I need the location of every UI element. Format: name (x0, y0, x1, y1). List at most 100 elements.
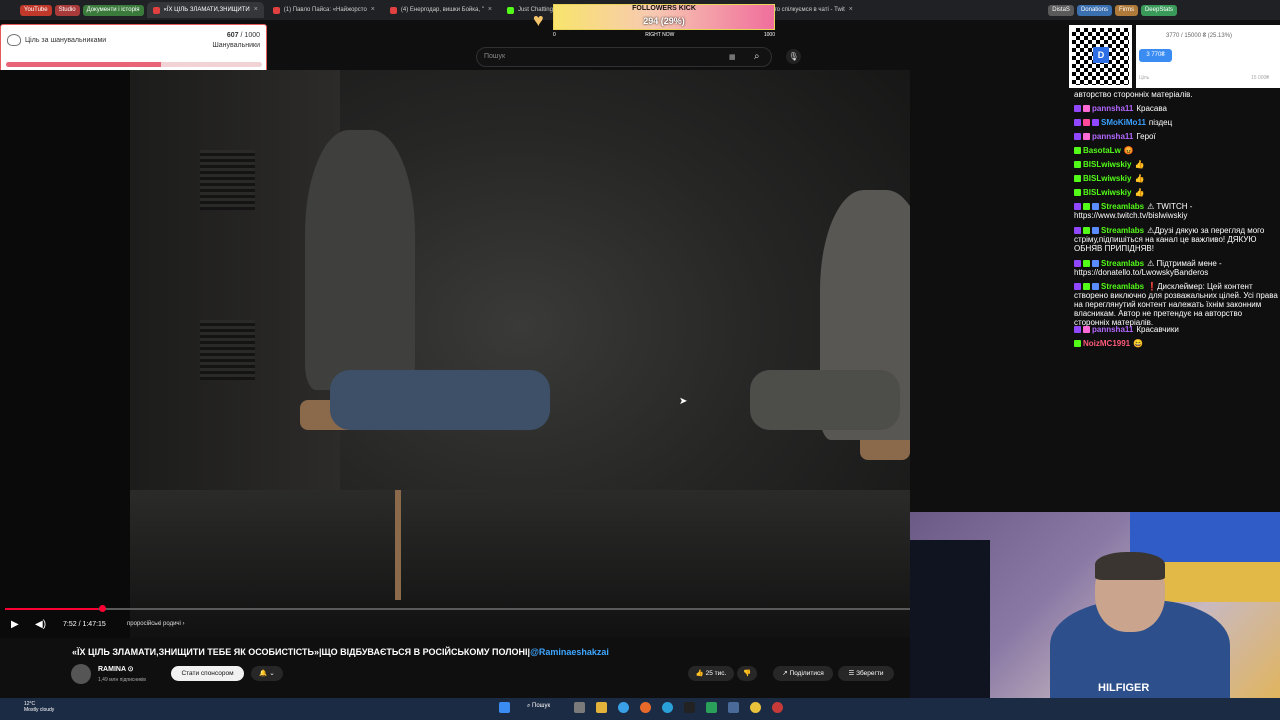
app-icon[interactable] (728, 702, 739, 713)
chat-username[interactable]: NoizMC1991 (1083, 339, 1130, 348)
chat-badge-icon (1092, 119, 1099, 126)
bookmark-1[interactable]: Studio (54, 4, 80, 16)
right-bookmark-0[interactable]: DistaS (1048, 4, 1074, 16)
chat-username[interactable]: Streamlabs (1101, 282, 1144, 291)
donation-goal-pill: 3 770₴ (1139, 49, 1172, 62)
subscriber-goal-subtitle: Шанувальники (212, 42, 260, 49)
chat-username[interactable]: pannsha11 (1092, 104, 1133, 113)
sponsor-button[interactable]: Стати спонсором (171, 666, 244, 681)
chat-badge-icon (1074, 119, 1081, 126)
right-bookmark-1[interactable]: Donations (1076, 4, 1112, 16)
chat-text: 😄 (1133, 338, 1144, 348)
bookmark-0[interactable]: YouTube (20, 4, 52, 16)
tab-favicon-icon (506, 6, 514, 14)
chat-message: BasotaLw 😡 (1074, 146, 1278, 155)
chat-badge-icon (1083, 283, 1090, 290)
chat-username[interactable]: BasotaLw (1083, 146, 1121, 155)
chrome-icon[interactable] (750, 702, 761, 713)
video-player[interactable]: ➤ (0, 70, 910, 638)
browser-tab-0[interactable]: «ЇХ ЦІЛЬ ЗЛАМАТИ,ЗНИЩИТИ × (146, 2, 264, 18)
followers-goal-max: 1000 (763, 32, 775, 38)
save-button[interactable]: ☰ Зберегти (838, 666, 894, 681)
webcam-person-hair (1095, 552, 1165, 580)
right-bookmark-2[interactable]: Firms (1114, 4, 1138, 16)
bookmark-2[interactable]: Документи і історія (82, 4, 144, 16)
chat-username[interactable]: BISLwiwskiy (1083, 188, 1131, 197)
chat-message: Streamlabs ⚠Друзі дякую за перегляд мого … (1074, 226, 1278, 253)
chat-badge-icon (1074, 283, 1081, 290)
like-button[interactable]: 👍 25 тис. (688, 666, 734, 681)
chat-message: pannsha11 Герої (1074, 132, 1278, 141)
file-explorer-icon[interactable] (596, 702, 607, 713)
obs-icon[interactable] (684, 702, 695, 713)
edge-icon[interactable] (618, 702, 629, 713)
chat-badge-icon (1074, 175, 1081, 182)
video-progress-bar[interactable] (5, 605, 910, 612)
scene-chair-leg (395, 490, 401, 600)
tab-favicon-icon (389, 6, 397, 14)
scene-floor (130, 490, 910, 638)
taskbar-search-label: Пошук (532, 703, 551, 709)
telegram-icon[interactable] (662, 702, 673, 713)
chat-text: 😡 (1123, 146, 1134, 155)
avatar[interactable] (71, 664, 91, 684)
keyboard-icon[interactable]: ▦ (729, 53, 736, 61)
chat-username[interactable]: Streamlabs (1101, 259, 1144, 268)
video-title-link[interactable]: @Raminaeshakzai (530, 647, 609, 657)
video-chapter[interactable]: проросійські родичі › (127, 621, 185, 627)
windows-start-icon[interactable] (499, 702, 510, 713)
chat-username[interactable]: pannsha11 (1092, 132, 1133, 141)
followers-goal-mid: RIGHT NOW (645, 32, 675, 38)
scene-man-legs (330, 370, 550, 430)
search-icon[interactable]: ⌕ (754, 51, 760, 62)
video-title: «ЇХ ЦІЛЬ ЗЛАМАТИ,ЗНИЩИТИ ТЕБЕ ЯК ОСОБИСТ… (72, 647, 609, 657)
subscriber-goal-track (6, 62, 262, 67)
taskbar-search[interactable]: ⌕ Пошук (527, 703, 550, 710)
chat-text: Красава (1136, 104, 1167, 113)
chat-username[interactable]: BISLwiwskiy (1083, 160, 1131, 169)
qr-logo: D (1093, 47, 1109, 63)
chat-badge-icon (1083, 259, 1090, 267)
microphone-icon[interactable]: 🎙 (786, 49, 801, 64)
donation-goal-max: 15 000₴ (1251, 75, 1270, 81)
notification-bell-icon[interactable]: 🔔 ⌄ (251, 666, 283, 681)
video-progress-handle[interactable] (99, 605, 106, 612)
tab-favicon-icon (272, 6, 280, 14)
browser-tab-1[interactable]: (1) Павло Пайса: «Найжорсто × (267, 2, 381, 18)
followers-goal-title: FOLLOWERS KICK (632, 5, 696, 12)
right-bookmark-3[interactable]: DeepStats (1140, 4, 1177, 16)
tab-close-icon[interactable]: × (254, 2, 258, 18)
dislike-icon[interactable]: 👎 (737, 666, 757, 681)
chat-username[interactable]: BISLwiwskiy (1083, 174, 1131, 183)
chat-username[interactable]: pannsha11 (1092, 325, 1133, 334)
chat-username[interactable]: Streamlabs (1101, 226, 1144, 235)
subscriber-goal-title: Ціль за шанувальниками (25, 37, 107, 44)
browser-tab-2[interactable]: (4) Енергодар, вишки Бойка, " × (384, 2, 498, 18)
tab-favicon-icon (152, 6, 160, 14)
recording-app-icon[interactable] (772, 702, 783, 713)
chat-text: піздец (1148, 118, 1173, 127)
followers-goal-count: 294 (29%) (643, 16, 685, 26)
tab-label: (1) Павло Пайса: «Найжорсто (283, 7, 367, 13)
chat-message: BISLwiwskiy 👍 (1074, 188, 1278, 197)
chat-username[interactable]: Streamlabs (1101, 202, 1144, 211)
chat-message: SMoKiMo11 піздец (1074, 118, 1278, 127)
play-icon[interactable]: ▶ (11, 619, 19, 630)
chat-badge-icon (1083, 105, 1090, 112)
tab-close-icon[interactable]: × (849, 2, 853, 18)
subscriber-goal-count: 607 / 1000 (227, 32, 260, 39)
tab-close-icon[interactable]: × (371, 2, 375, 18)
chat-message: BISLwiwskiy 👍 (1074, 160, 1278, 169)
chat-message: Streamlabs ❗Дисклеймер: Цей контент створ… (1074, 282, 1278, 327)
chat-badge-icon (1074, 105, 1081, 112)
task-view-icon[interactable] (574, 702, 585, 713)
search-input[interactable]: Пошук ▦ ⌕ (476, 47, 772, 67)
weather-widget[interactable]: 12°C Mostly cloudy (24, 701, 54, 713)
spreadsheet-icon[interactable] (706, 702, 717, 713)
channel-name[interactable]: RAMINA ⊙ (98, 665, 134, 673)
share-button[interactable]: ↗ Поділитися (773, 666, 833, 681)
volume-icon[interactable]: ◀) (35, 619, 46, 630)
firefox-icon[interactable] (640, 702, 651, 713)
tab-close-icon[interactable]: × (488, 2, 492, 18)
chat-username[interactable]: SMoKiMo11 (1101, 118, 1146, 127)
